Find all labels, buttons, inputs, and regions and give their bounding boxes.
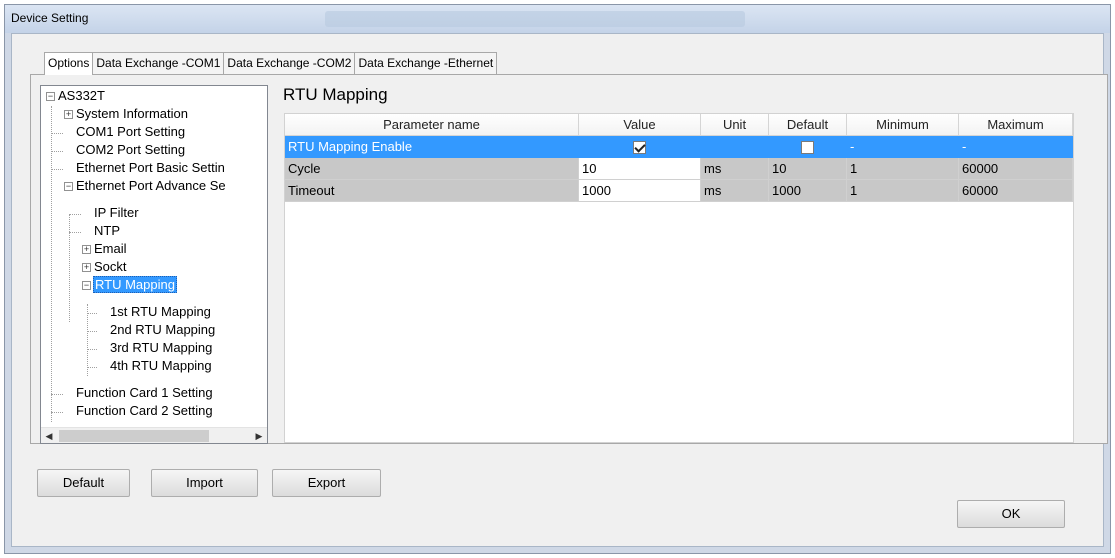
- import-button[interactable]: Import: [151, 469, 258, 497]
- table-row[interactable]: Timeout 1000 ms 1000 1 60000: [285, 180, 1073, 202]
- timeout-value-input[interactable]: 1000: [579, 180, 701, 202]
- table-row[interactable]: Cycle 10 ms 10 1 60000: [285, 158, 1073, 180]
- column-header-unit[interactable]: Unit: [701, 114, 769, 136]
- param-name-cell: RTU Mapping Enable: [285, 136, 579, 158]
- tree-item-ip-filter[interactable]: IP Filter: [93, 204, 140, 222]
- expand-icon[interactable]: +: [64, 110, 73, 119]
- default-cell: [769, 136, 847, 158]
- default-cell: 1000: [769, 180, 847, 202]
- tab-data-exchange-ethernet[interactable]: Data Exchange -Ethernet: [354, 52, 498, 74]
- scroll-right-arrow-icon[interactable]: ▶: [251, 428, 267, 443]
- maximum-cell: 60000: [959, 158, 1073, 180]
- tree-item-com2-port-setting[interactable]: COM2 Port Setting: [75, 141, 186, 159]
- tab-data-exchange-com2[interactable]: Data Exchange -COM2: [223, 52, 356, 74]
- scrollbar-thumb[interactable]: [59, 430, 209, 442]
- expand-icon[interactable]: +: [82, 245, 91, 254]
- collapse-icon[interactable]: −: [82, 281, 91, 290]
- column-header-default[interactable]: Default: [769, 114, 847, 136]
- column-header-maximum[interactable]: Maximum: [959, 114, 1073, 136]
- minimum-cell: 1: [847, 158, 959, 180]
- tree-item-ethernet-port-basic[interactable]: Ethernet Port Basic Settin: [75, 159, 226, 177]
- tree-item-rtu-mapping[interactable]: RTU Mapping: [93, 276, 177, 294]
- tree-item-ntp[interactable]: NTP: [93, 222, 121, 240]
- tree-item-2nd-rtu-mapping[interactable]: 2nd RTU Mapping: [109, 321, 216, 339]
- scroll-left-arrow-icon[interactable]: ◀: [41, 428, 57, 443]
- unit-cell: ms: [701, 180, 769, 202]
- parameter-grid: Parameter name Value Unit Default Minimu…: [284, 113, 1074, 443]
- default-cell: 10: [769, 158, 847, 180]
- title-bar: Device Setting: [5, 5, 1110, 33]
- param-name-cell: Timeout: [285, 180, 579, 202]
- ok-button[interactable]: OK: [957, 500, 1065, 528]
- column-header-parameter-name[interactable]: Parameter name: [285, 114, 579, 136]
- tree-item-function-card-1[interactable]: Function Card 1 Setting: [75, 384, 214, 402]
- tree-item-3rd-rtu-mapping[interactable]: 3rd RTU Mapping: [109, 339, 213, 357]
- tree-item-4th-rtu-mapping[interactable]: 4th RTU Mapping: [109, 357, 213, 375]
- rtu-mapping-enable-checkbox[interactable]: [633, 141, 646, 155]
- default-button[interactable]: Default: [37, 469, 130, 497]
- device-setting-window: Device Setting Options Data Exchange -CO…: [4, 4, 1111, 554]
- section-title: RTU Mapping: [283, 85, 388, 104]
- tree-horizontal-scrollbar[interactable]: ◀ ▶: [41, 427, 267, 443]
- unit-cell: [701, 136, 769, 158]
- grid-header: Parameter name Value Unit Default Minimu…: [285, 114, 1073, 136]
- tab-data-exchange-com1[interactable]: Data Exchange -COM1: [92, 52, 225, 74]
- minimum-cell: -: [847, 136, 959, 158]
- tree-item-com1-port-setting[interactable]: COM1 Port Setting: [75, 123, 186, 141]
- tree-item-as332t[interactable]: AS332T: [57, 87, 106, 105]
- minimum-cell: 1: [847, 180, 959, 202]
- collapse-icon[interactable]: −: [64, 182, 73, 191]
- maximum-cell: 60000: [959, 180, 1073, 202]
- window-title: Device Setting: [11, 11, 89, 25]
- maximum-cell: -: [959, 136, 1073, 158]
- tree-item-function-card-2[interactable]: Function Card 2 Setting: [75, 402, 214, 420]
- tree-item-system-information[interactable]: System Information: [75, 105, 189, 123]
- unit-cell: ms: [701, 158, 769, 180]
- expand-icon[interactable]: +: [82, 263, 91, 272]
- tree-item-1st-rtu-mapping[interactable]: 1st RTU Mapping: [109, 303, 212, 321]
- export-button[interactable]: Export: [272, 469, 381, 497]
- settings-tree[interactable]: − AS332T + System Information COM1 Port …: [40, 85, 268, 444]
- tree-item-sockt[interactable]: Sockt: [93, 258, 128, 276]
- column-header-value[interactable]: Value: [579, 114, 701, 136]
- tree-item-ethernet-port-advance[interactable]: Ethernet Port Advance Se: [75, 177, 227, 195]
- options-tab-panel: − AS332T + System Information COM1 Port …: [30, 74, 1108, 444]
- tree-item-email[interactable]: Email: [93, 240, 128, 258]
- column-header-minimum[interactable]: Minimum: [847, 114, 959, 136]
- tab-strip: Options Data Exchange -COM1 Data Exchang…: [44, 52, 498, 75]
- param-name-cell: Cycle: [285, 158, 579, 180]
- cycle-value-input[interactable]: 10: [579, 158, 701, 180]
- value-cell: [579, 136, 701, 158]
- default-checkbox: [801, 141, 814, 155]
- tab-options[interactable]: Options: [44, 52, 94, 75]
- collapse-icon[interactable]: −: [46, 92, 55, 101]
- table-row[interactable]: RTU Mapping Enable - -: [285, 136, 1073, 158]
- dialog-client-area: Options Data Exchange -COM1 Data Exchang…: [11, 33, 1108, 547]
